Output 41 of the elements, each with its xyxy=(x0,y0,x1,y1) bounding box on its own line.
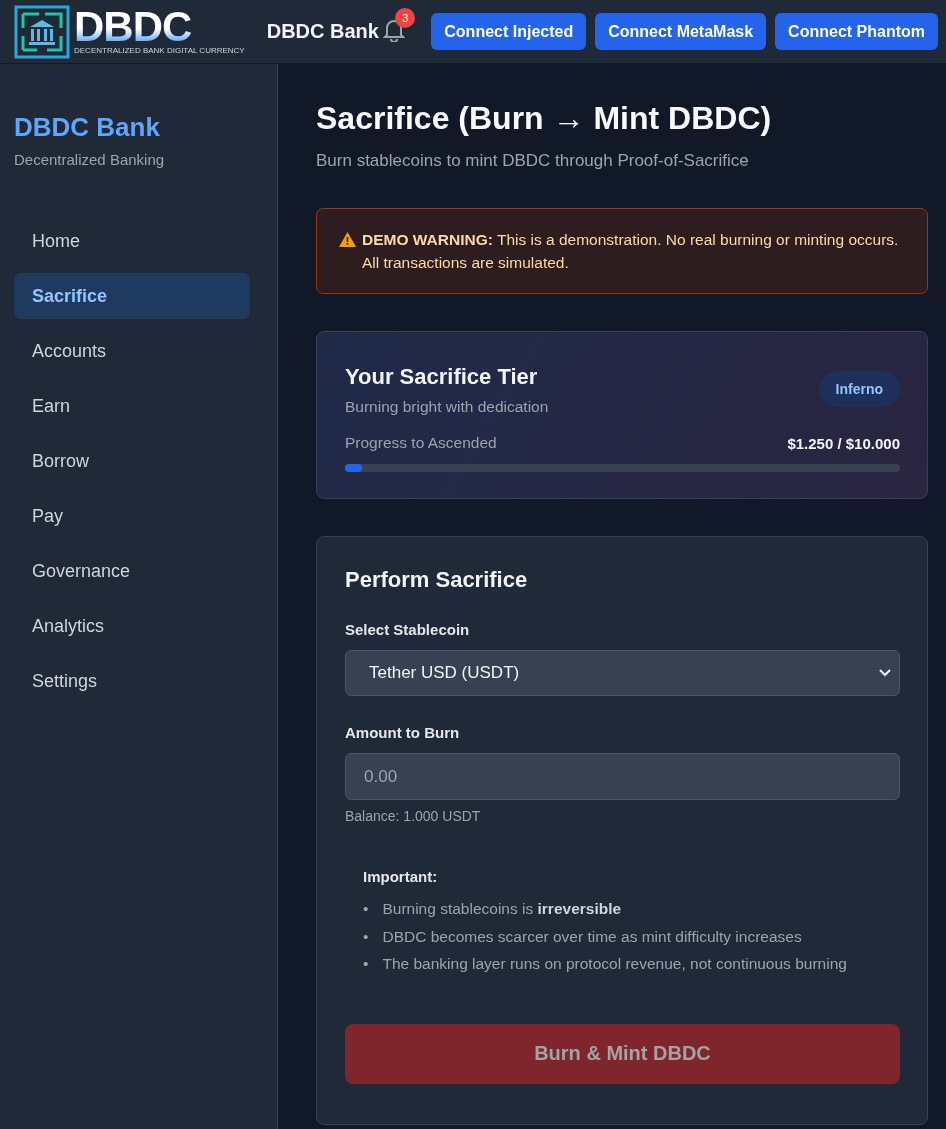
sidebar-title: DBDC Bank xyxy=(14,112,161,143)
notice-title: Important: xyxy=(363,868,439,885)
nav-item[interactable]: Accounts xyxy=(14,328,250,374)
field-label: Select Stablecoin xyxy=(345,621,471,638)
tier-card-title: Your Sacrifice Tier xyxy=(345,364,539,390)
nav-item[interactable]: Home xyxy=(14,218,250,264)
nav-item[interactable]: Sacrifice xyxy=(14,273,250,319)
bank-logo-icon xyxy=(14,4,70,59)
notice-item: Burning stablecoins is irreversible xyxy=(382,899,622,919)
warning-text: DEMO WARNING: This is a demonstration. No real burning or minting occurs. All transactions are simulated. xyxy=(362,230,899,273)
page-subtitle: Burn stablecoins to mint DBDC through Proof-of-Sacrifice xyxy=(316,151,750,171)
notice-item: The banking layer runs on protocol revenue, not continuous burning xyxy=(382,954,847,974)
connect-wallet-button[interactable]: Connect Phantom xyxy=(775,13,938,50)
bullet-marker: • xyxy=(363,926,369,947)
bullet-marker: • xyxy=(363,899,369,919)
amount-field[interactable]: 0.00 xyxy=(345,753,900,800)
notification-count: 3 xyxy=(395,7,416,28)
sidebar-subtitle: Decentralized Banking xyxy=(14,151,166,168)
connect-wallet-button[interactable]: Connect Injected xyxy=(431,13,587,50)
connect-wallet-button[interactable]: Connect MetaMask xyxy=(595,13,767,50)
warning-icon xyxy=(339,232,356,247)
nav-item[interactable]: Settings xyxy=(14,658,250,704)
nav-item[interactable]: Pay xyxy=(14,493,250,539)
nav-item[interactable]: Analytics xyxy=(14,603,250,649)
bullet-marker: • xyxy=(363,954,369,974)
tier-description: Burning bright with dedication xyxy=(345,398,549,416)
app-title: DBDC Bank xyxy=(266,20,379,43)
field-label: Amount to Burn xyxy=(345,724,461,741)
progress-value: $1.250 / $10.000 xyxy=(787,434,900,452)
balance-text: Balance: 1.000 USDT xyxy=(345,808,482,824)
page-title: Sacrifice (Burn → Mint DBDC) xyxy=(316,100,773,137)
notice-item: DBDC becomes scarcer over time as mint difficulty increases xyxy=(382,926,802,947)
nav-item[interactable]: Borrow xyxy=(14,438,250,484)
form-title: Perform Sacrifice xyxy=(345,567,529,593)
logo-tagline: DECENTRALIZED BANK DIGITAL CURRENCY xyxy=(74,45,245,56)
tier-badge: Inferno xyxy=(818,371,900,407)
progress-label: Progress to Ascended xyxy=(345,434,497,452)
nav-item[interactable]: Governance xyxy=(14,548,250,594)
stablecoin-select[interactable]: Tether USD (USDT) xyxy=(345,650,900,696)
chevron-down-icon xyxy=(879,669,891,677)
nav-item[interactable]: Earn xyxy=(14,383,250,429)
